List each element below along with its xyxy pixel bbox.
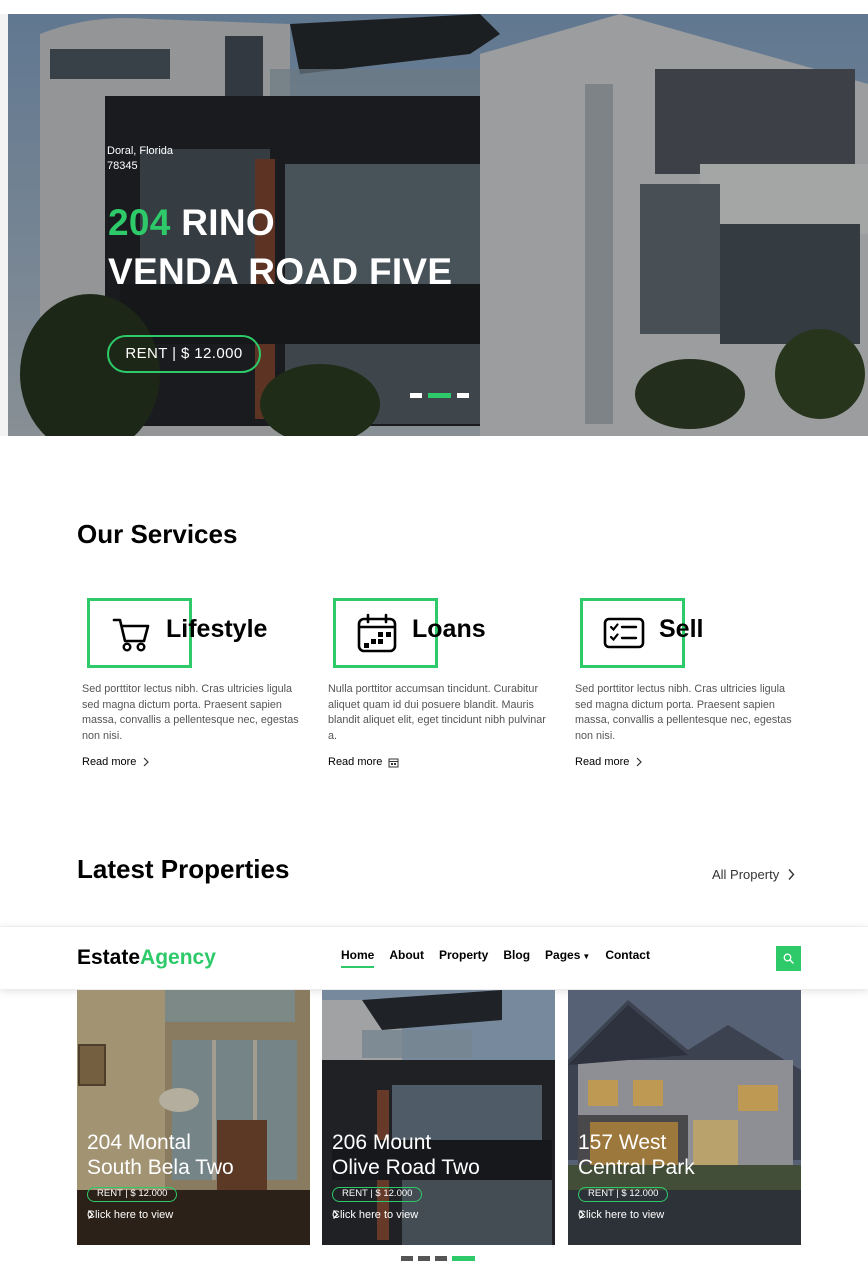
property-view-label: Click here to view xyxy=(578,1209,665,1221)
hero-title: 204 RINO VENDA ROAD FIVE xyxy=(108,198,452,296)
brand-logo[interactable]: EstateAgency xyxy=(77,946,216,970)
property-title: 204 Montal South Bela Two xyxy=(87,1130,234,1180)
property-view-link[interactable]: Click here to view xyxy=(578,1209,664,1221)
property-view-link[interactable]: Click here to view xyxy=(332,1209,418,1221)
chevron-right-icon xyxy=(579,1210,585,1219)
calendar-small-icon xyxy=(388,758,399,767)
nav-property[interactable]: Property xyxy=(439,948,488,968)
latest-properties-title: Latest Properties xyxy=(77,854,290,884)
read-more-label: Read more xyxy=(575,756,630,768)
service-name: Lifestyle xyxy=(166,615,268,643)
hero-slider[interactable]: Doral, Florida 78345 204 RINO VENDA ROAD… xyxy=(0,14,868,436)
slider-dot[interactable] xyxy=(457,393,469,398)
property-view-label: Click here to view xyxy=(87,1209,174,1221)
nav-contact[interactable]: Contact xyxy=(605,948,650,968)
service-description: Sed porttitor lectus nibh. Cras ultricie… xyxy=(82,683,299,743)
service-name: Sell xyxy=(659,615,704,643)
property-title-line1: 204 Montal xyxy=(87,1131,191,1154)
hero-title-rest: RINO xyxy=(170,202,275,243)
property-view-link[interactable]: Click here to view xyxy=(87,1209,173,1221)
property-image xyxy=(77,990,310,1245)
service-name: Loans xyxy=(412,615,486,643)
chevron-right-icon xyxy=(143,757,150,767)
slider-dot-active[interactable] xyxy=(428,393,451,398)
property-title-line1: 157 West xyxy=(578,1131,667,1154)
property-card[interactable]: 204 Montal South Bela Two RENT | $ 12.00… xyxy=(77,990,310,1245)
property-title-line2: Olive Road Two xyxy=(332,1156,480,1179)
hero-location-city: Doral, Florida xyxy=(107,145,174,157)
search-icon xyxy=(783,953,794,964)
property-price-badge: RENT | $ 12.000 xyxy=(87,1187,178,1202)
chevron-right-icon xyxy=(788,869,795,880)
property-title-line2: Central Park xyxy=(578,1156,695,1179)
hero-location: Doral, Florida 78345 xyxy=(107,144,173,174)
cart-icon xyxy=(112,618,150,652)
carousel-dot[interactable] xyxy=(401,1256,413,1261)
property-price-badge: RENT | $ 12.000 xyxy=(578,1187,669,1202)
hero-price-button[interactable]: RENT | $ 12.000 xyxy=(107,335,261,373)
carousel-dot[interactable] xyxy=(435,1256,447,1261)
property-carousel-dots xyxy=(401,1256,475,1261)
search-button[interactable] xyxy=(776,946,801,971)
services-title: Our Services xyxy=(77,519,238,549)
nav-home[interactable]: Home xyxy=(341,948,375,968)
all-property-label: All Property xyxy=(712,867,780,882)
hero-title-line2: VENDA ROAD FIVE xyxy=(108,251,453,292)
card-checklist-icon xyxy=(603,617,645,649)
caret-down-icon: ▼ xyxy=(582,952,591,961)
chevron-right-icon xyxy=(333,1210,339,1219)
read-more-label: Read more xyxy=(328,756,383,768)
chevron-right-icon xyxy=(88,1210,94,1219)
hero-slider-dots xyxy=(410,393,469,398)
navbar: EstateAgency Home About Property Blog Pa… xyxy=(0,926,868,989)
nav-about[interactable]: About xyxy=(389,948,424,968)
read-more-link[interactable]: Read more xyxy=(82,756,150,768)
main-nav: Home About Property Blog Pages ▼ Contact xyxy=(341,948,650,968)
chevron-right-icon xyxy=(636,757,643,767)
nav-pages-label: Pages xyxy=(545,948,581,962)
read-more-link[interactable]: Read more xyxy=(328,756,399,768)
read-more-link[interactable]: Read more xyxy=(575,756,643,768)
property-title-line1: 206 Mount xyxy=(332,1131,432,1154)
property-card[interactable]: 157 West Central Park RENT | $ 12.000 Cl… xyxy=(568,990,801,1245)
property-image xyxy=(568,990,801,1245)
slider-dot[interactable] xyxy=(410,393,422,398)
property-title-line2: South Bela Two xyxy=(87,1156,234,1179)
all-property-link[interactable]: All Property xyxy=(712,867,795,882)
brand-part2: Agency xyxy=(140,946,216,969)
page: Doral, Florida 78345 204 RINO VENDA ROAD… xyxy=(0,0,868,1280)
hero-title-number: 204 xyxy=(108,202,171,243)
property-view-label: Click here to view xyxy=(332,1209,419,1221)
property-price-badge: RENT | $ 12.000 xyxy=(332,1187,423,1202)
calendar-icon xyxy=(357,613,397,653)
property-title: 206 Mount Olive Road Two xyxy=(332,1130,480,1180)
property-card[interactable]: 206 Mount Olive Road Two RENT | $ 12.000… xyxy=(322,990,555,1245)
hero-location-zip: 78345 xyxy=(107,160,138,172)
read-more-label: Read more xyxy=(82,756,137,768)
nav-pages-dropdown[interactable]: Pages ▼ xyxy=(545,948,590,968)
property-title: 157 West Central Park xyxy=(578,1130,695,1180)
carousel-dot[interactable] xyxy=(418,1256,430,1261)
nav-blog[interactable]: Blog xyxy=(503,948,530,968)
property-image xyxy=(322,990,555,1245)
service-description: Nulla porttitor accumsan tincidunt. Cura… xyxy=(328,683,546,743)
service-description: Sed porttitor lectus nibh. Cras ultricie… xyxy=(575,683,792,743)
brand-part1: Estate xyxy=(77,946,141,969)
carousel-dot-active[interactable] xyxy=(452,1256,475,1261)
